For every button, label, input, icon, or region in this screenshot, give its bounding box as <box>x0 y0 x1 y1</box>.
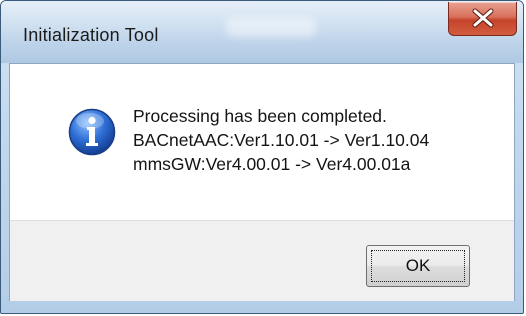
ok-button-label: OK <box>405 256 431 275</box>
title-bar[interactable]: Initialization Tool <box>1 1 523 63</box>
dialog-message: Processing has been completed. BACnetAAC… <box>133 104 429 176</box>
message-line: Processing has been completed. <box>133 106 387 126</box>
message-line: mmsGW:Ver4.00.01 -> Ver4.00.01a <box>133 154 411 174</box>
close-icon <box>472 8 494 28</box>
close-button[interactable] <box>448 2 517 36</box>
button-bar: OK <box>10 220 514 301</box>
dialog-window: Initialization Tool Processing has been … <box>0 0 524 314</box>
information-icon <box>68 108 116 156</box>
title-bar-glow <box>226 17 316 37</box>
ok-button[interactable]: OK <box>366 245 470 287</box>
window-title: Initialization Tool <box>23 25 159 45</box>
dialog-body: Processing has been completed. BACnetAAC… <box>9 63 515 301</box>
message-line: BACnetAAC:Ver1.10.01 -> Ver1.10.04 <box>133 130 430 150</box>
